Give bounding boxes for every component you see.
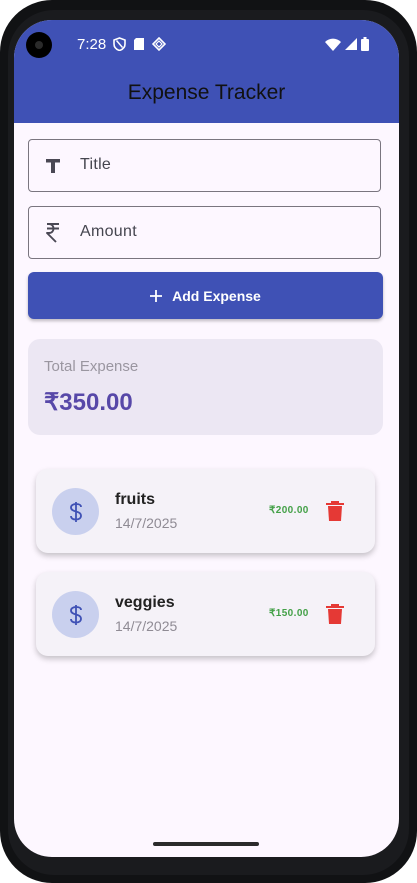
status-icons-right: [325, 37, 369, 51]
delete-icon[interactable]: [325, 603, 345, 625]
amount-field[interactable]: Amount: [28, 206, 381, 259]
signal-icon: [345, 38, 357, 50]
total-expense-card: Total Expense ₹350.00: [28, 339, 383, 435]
dollar-icon: [69, 501, 82, 522]
expense-date: 14/7/2025: [115, 515, 178, 531]
add-expense-label: Add Expense: [172, 287, 261, 304]
phone-frame: 7:28 Expense Tracker Title Amount Add Ex…: [0, 0, 417, 883]
add-expense-button[interactable]: Add Expense: [28, 272, 383, 319]
expense-amount: ₹150.00: [269, 608, 309, 619]
expense-item[interactable]: veggies 14/7/2025 ₹150.00: [36, 572, 375, 656]
expense-avatar: [52, 488, 99, 535]
expense-amount: ₹200.00: [269, 505, 309, 516]
wifi-icon: [325, 38, 341, 51]
app-title: Expense Tracker: [127, 81, 286, 104]
sd-card-icon: [134, 38, 144, 50]
delete-icon[interactable]: [325, 500, 345, 522]
screen: 7:28 Expense Tracker Title Amount Add Ex…: [14, 20, 399, 857]
status-time: 7:28: [77, 36, 107, 53]
dollar-icon: [69, 604, 82, 625]
home-indicator[interactable]: [153, 842, 259, 846]
battery-icon: [361, 37, 369, 51]
front-camera: [26, 32, 52, 58]
total-expense-label: Total Expense: [44, 358, 139, 375]
diamond-icon: [152, 37, 166, 51]
plus-icon: [150, 289, 163, 302]
amount-placeholder: Amount: [80, 223, 137, 240]
expense-item[interactable]: fruits 14/7/2025 ₹200.00: [36, 469, 375, 553]
expense-date: 14/7/2025: [115, 618, 178, 634]
expense-avatar: [52, 591, 99, 638]
shield-icon: [113, 37, 126, 51]
total-expense-value: ₹350.00: [44, 389, 133, 416]
status-icons-left: [113, 37, 166, 51]
app-bar: 7:28 Expense Tracker: [14, 20, 399, 123]
expense-title: veggies: [115, 594, 175, 611]
title-field[interactable]: Title: [28, 139, 381, 192]
text-format-icon: [46, 159, 60, 173]
expense-title: fruits: [115, 491, 155, 508]
title-placeholder: Title: [80, 156, 112, 173]
rupee-icon: [46, 223, 59, 243]
